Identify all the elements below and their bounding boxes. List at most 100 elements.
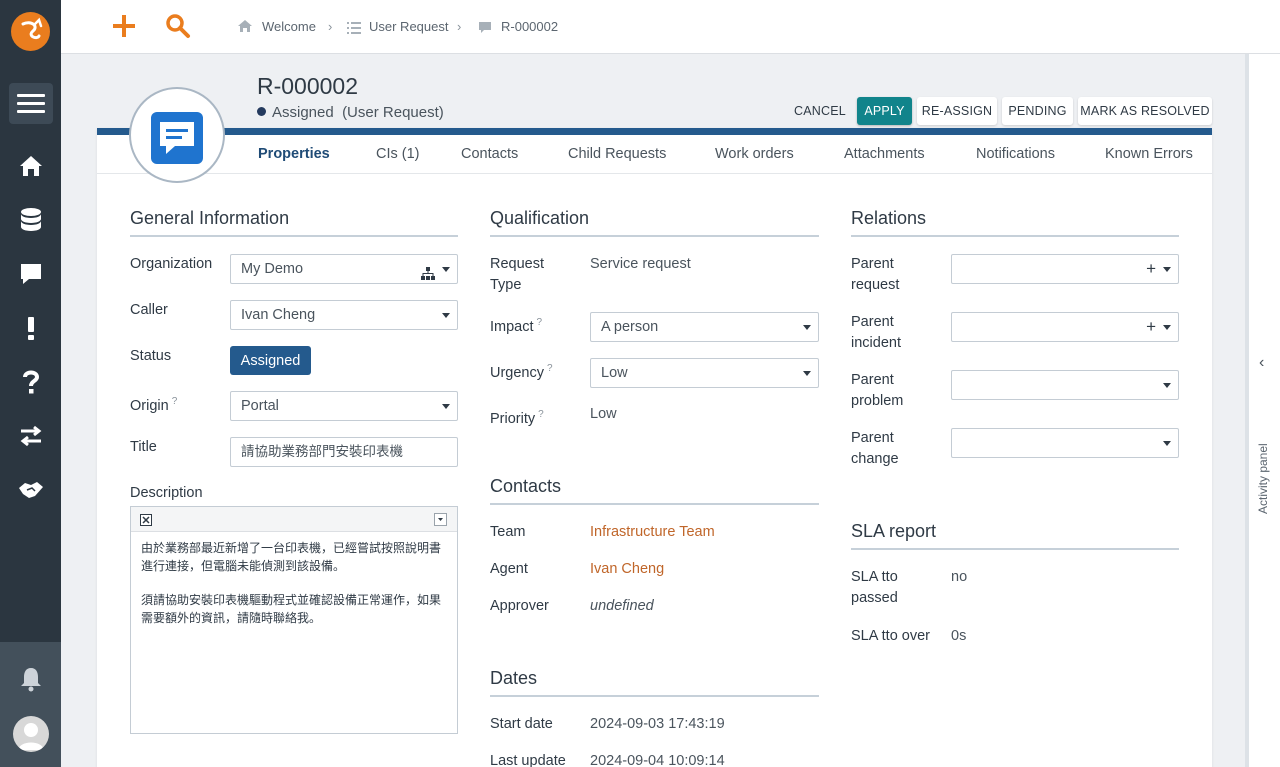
chevron-down-icon[interactable] (442, 267, 450, 272)
sla-tto-passed-label-line: SLA tto (851, 569, 898, 585)
reassign-button[interactable]: RE-ASSIGN (917, 97, 997, 125)
add-icon[interactable]: + (1146, 313, 1156, 341)
help-icon[interactable]: ? (538, 409, 544, 420)
origin-label: Origin? (130, 391, 177, 417)
start-date-label: Start date (490, 716, 553, 732)
tab-notifications[interactable]: Notifications (976, 146, 1055, 162)
sla-report-title: SLA report (851, 521, 937, 541)
chevron-down-icon[interactable] (803, 371, 811, 376)
section-divider (490, 235, 819, 237)
toolbar-toggle-icon[interactable] (434, 513, 447, 531)
chevron-down-icon[interactable] (1163, 441, 1171, 446)
organization-select[interactable]: My Demo (230, 254, 458, 284)
sla-tto-passed-label-line: passed (851, 590, 898, 606)
parent-request-select[interactable]: + (951, 254, 1179, 284)
tab-properties[interactable]: Properties (258, 146, 330, 162)
chevron-left-icon[interactable]: ‹ (1259, 354, 1264, 372)
add-icon[interactable]: + (1146, 255, 1156, 283)
chevron-down-icon[interactable] (1163, 325, 1171, 330)
urgency-label-text: Urgency (490, 364, 544, 381)
parent-problem-label-line: Parent (851, 372, 894, 388)
section-divider (490, 503, 819, 505)
question-icon[interactable] (17, 368, 45, 396)
home-icon[interactable] (17, 152, 45, 180)
tab-attachments[interactable]: Attachments (844, 146, 925, 162)
impact-select[interactable]: A person (590, 312, 819, 342)
title-input[interactable]: 請協助業務部門安裝印表機 (230, 437, 458, 467)
help-icon[interactable]: ? (547, 363, 553, 374)
caller-label: Caller (130, 302, 168, 318)
request-type-value: Service request (590, 256, 691, 272)
parent-change-label-line: change (851, 451, 899, 467)
menu-toggle-button[interactable] (9, 83, 53, 124)
pending-button[interactable]: PENDING (1002, 97, 1073, 125)
breadcrumb-home[interactable]: Welcome (262, 19, 316, 34)
tab-child-requests[interactable]: Child Requests (568, 146, 666, 162)
maximize-icon[interactable] (140, 513, 152, 531)
description-text[interactable]: 由於業務部最近新增了一台印表機，已經嘗試按照說明書進行連接，但電腦未能偵測到該設… (141, 540, 446, 644)
request-type-label-line: Request (490, 256, 545, 272)
parent-problem-select[interactable] (951, 370, 1179, 400)
parent-incident-select[interactable]: + (951, 312, 1179, 342)
left-navigation (0, 0, 61, 767)
chevron-down-icon[interactable] (1163, 267, 1171, 272)
status-line: Assigned (User Request) (257, 104, 444, 121)
app-logo[interactable] (11, 12, 50, 51)
chat-icon[interactable] (17, 260, 45, 288)
search-icon[interactable] (165, 13, 191, 44)
tab-cis[interactable]: CIs (1) (376, 146, 420, 162)
user-request-icon (151, 112, 203, 164)
transfer-icon[interactable] (17, 422, 45, 450)
cancel-button[interactable]: CANCEL (787, 97, 853, 125)
tab-known-errors[interactable]: Known Errors (1105, 146, 1193, 162)
description-editor[interactable]: 由於業務部最近新增了一台印表機，已經嘗試按照說明書進行連接，但電腦未能偵測到該設… (130, 506, 458, 734)
hierarchy-icon[interactable] (421, 262, 435, 290)
chevron-down-icon[interactable] (1163, 383, 1171, 388)
parent-incident-label: Parent incident (851, 312, 901, 354)
home-crumb-icon (237, 19, 253, 38)
avatar[interactable] (13, 716, 49, 752)
database-icon[interactable] (17, 206, 45, 234)
start-date-value: 2024-09-03 17:43:19 (590, 716, 725, 732)
help-icon[interactable]: ? (172, 396, 178, 407)
status-class-text: (User Request) (342, 104, 444, 121)
agent-link[interactable]: Ivan Cheng (590, 559, 664, 580)
chevron-down-icon[interactable] (442, 404, 450, 409)
tab-work-orders[interactable]: Work orders (715, 146, 794, 162)
breadcrumb-current: R-000002 (501, 19, 559, 34)
last-update-value: 2024-09-04 10:09:14 (590, 753, 725, 767)
team-link[interactable]: Infrastructure Team (590, 522, 715, 543)
urgency-select[interactable]: Low (590, 358, 819, 388)
activity-panel[interactable]: ‹ Activity panel (1245, 54, 1280, 767)
chevron-down-icon[interactable] (803, 325, 811, 330)
sla-tto-over-label: SLA tto over (851, 628, 930, 644)
breadcrumb-separator-icon: › (328, 19, 333, 34)
editor-toolbar (131, 507, 457, 532)
status-badge: Assigned (230, 346, 311, 375)
breadcrumb-list[interactable]: User Request (369, 19, 448, 34)
sla-tto-passed-value: no (951, 569, 968, 585)
parent-request-label: Parent request (851, 254, 899, 296)
priority-label: Priority? (490, 404, 544, 430)
exclamation-icon[interactable] (17, 314, 45, 342)
origin-value: Portal (241, 398, 279, 414)
section-divider (851, 235, 1179, 237)
approver-label: Approver (490, 598, 549, 614)
add-icon[interactable] (112, 13, 136, 44)
parent-problem-label: Parent problem (851, 370, 903, 412)
organization-value: My Demo (241, 261, 304, 277)
bell-icon[interactable] (17, 665, 45, 693)
sla-tto-over-value: 0s (951, 628, 967, 644)
handshake-icon[interactable] (17, 476, 45, 504)
parent-change-select[interactable] (951, 428, 1179, 458)
urgency-label: Urgency? (490, 358, 553, 384)
organization-label: Organization (130, 256, 213, 272)
help-icon[interactable]: ? (537, 317, 543, 328)
caller-select[interactable]: Ivan Cheng (230, 300, 458, 330)
mark-as-resolved-button[interactable]: MARK AS RESOLVED (1078, 97, 1212, 125)
tab-contacts[interactable]: Contacts (461, 146, 518, 162)
description-label: Description (130, 485, 203, 501)
chevron-down-icon[interactable] (442, 313, 450, 318)
origin-select[interactable]: Portal (230, 391, 458, 421)
apply-button[interactable]: APPLY (857, 97, 912, 125)
